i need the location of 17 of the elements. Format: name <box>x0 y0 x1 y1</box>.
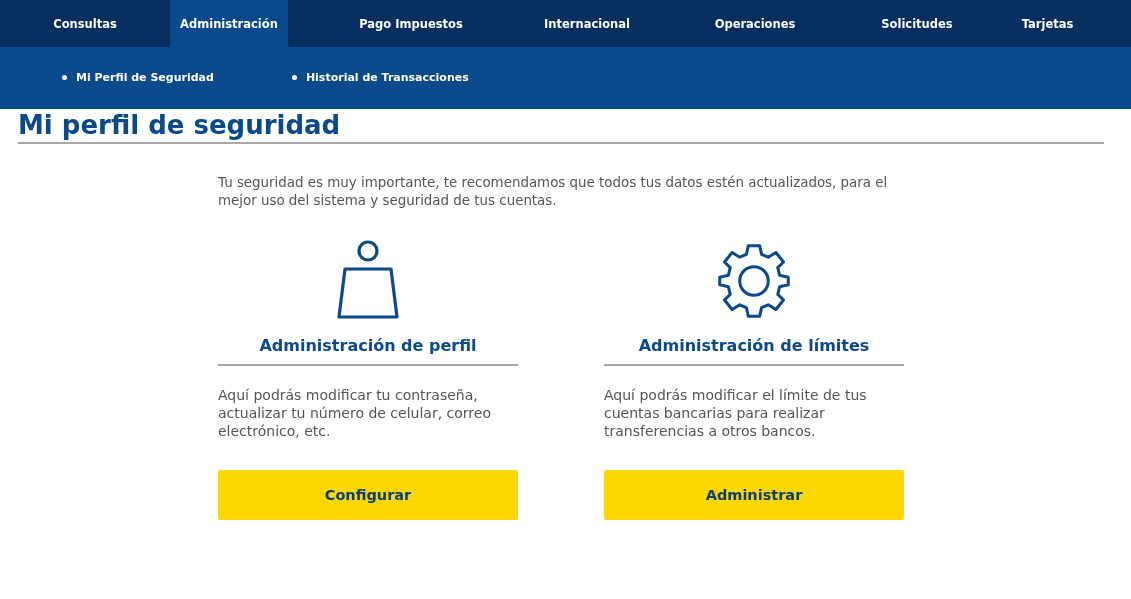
action-button[interactable]: Configurar <box>218 470 518 520</box>
nav-tab[interactable]: Solicitudes <box>870 0 964 47</box>
card-description: Aquí podrás modificar tu contraseña, actualizar tu número de celular, correo electrónico, etc. <box>218 386 492 441</box>
card-title: Administración de perfil <box>259 336 477 355</box>
card-title: Administración de límites <box>638 336 870 355</box>
nav-tab[interactable]: Pago Impuestos <box>288 0 534 47</box>
nav-tab[interactable]: Internacional <box>534 0 640 47</box>
intro-text: Tu seguridad es muy importante, te recomendamos que todos tus datos estén actualizados, para el mejor uso del sistema y seguridad de tus cuentas. <box>218 174 889 210</box>
card-description: Aquí podrás modificar el límite de tus cuentas bancarias para realizar transferencias a otros bancos. <box>604 386 868 441</box>
nav-tab[interactable]: Consultas <box>0 0 170 47</box>
page-title: Mi perfil de seguridad <box>18 110 342 140</box>
action-button[interactable]: Administrar <box>604 470 904 520</box>
nav-tab[interactable]: Operaciones <box>640 0 870 47</box>
nav-tab[interactable]: Administración <box>170 0 288 47</box>
nav-tab[interactable]: Tarjetas <box>964 0 1131 47</box>
submenu-link[interactable]: Historial de Transacciones <box>291 71 469 84</box>
submenu-link[interactable]: Mi Perfil de Seguridad <box>62 71 214 84</box>
